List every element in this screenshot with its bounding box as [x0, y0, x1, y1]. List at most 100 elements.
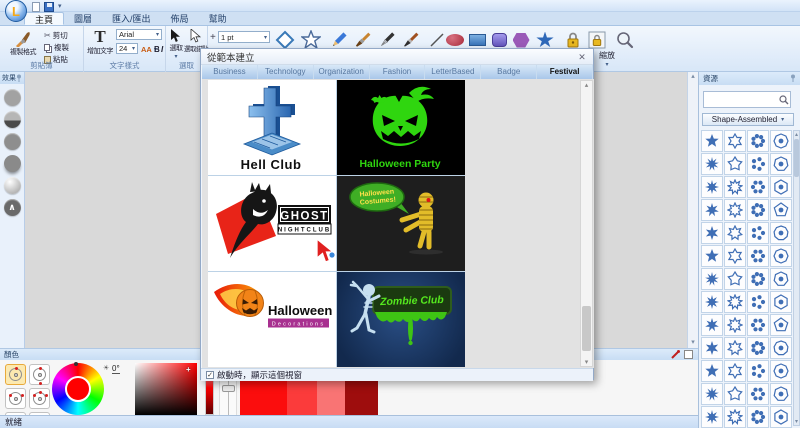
shape-swatch-4[interactable] [770, 130, 792, 152]
harmony-mode-4[interactable] [29, 388, 50, 409]
hue-angle-value[interactable]: 0° [112, 364, 120, 374]
font-size-select[interactable]: 24 ▾ [116, 43, 138, 54]
category-tab-fashion[interactable]: Fashion [369, 65, 426, 79]
shape-swatch-36[interactable] [770, 314, 792, 336]
category-tab-letterbased[interactable]: LetterBased [425, 65, 482, 79]
shape-swatch-21[interactable] [701, 245, 723, 267]
shape-swatch-17[interactable] [701, 222, 723, 244]
shape-swatch-2[interactable] [724, 130, 746, 152]
app-orb-button[interactable]: L [5, 0, 27, 22]
shape-swatch-46[interactable] [724, 383, 746, 405]
scrollbar-thumb[interactable] [794, 139, 799, 177]
shape-swatch-12[interactable] [770, 176, 792, 198]
shape-swatch-25[interactable] [701, 268, 723, 290]
effect-style-plain[interactable] [3, 133, 21, 150]
template-halloween-costumes[interactable]: Halloween Costumes! [337, 176, 465, 271]
ribbon-tab-1[interactable]: 主頁 [24, 12, 65, 25]
shape-swatch-8[interactable] [770, 153, 792, 175]
slider-handle[interactable] [222, 385, 235, 392]
scroll-down-icon[interactable]: ▾ [688, 338, 698, 346]
shape-swatch-34[interactable] [724, 314, 746, 336]
shape-swatch-11[interactable] [747, 176, 769, 198]
ribbon-tab-5[interactable]: 幫助 [199, 12, 237, 25]
effect-style-shadow[interactable] [3, 155, 21, 172]
shape-swatch-24[interactable] [770, 245, 792, 267]
shape-swatch-47[interactable] [747, 383, 769, 405]
shape-swatch-22[interactable] [724, 245, 746, 267]
shape-swatch-10[interactable] [724, 176, 746, 198]
effect-style-half-dark[interactable] [3, 111, 21, 128]
shape-swatch-1[interactable] [701, 130, 723, 152]
shape-swatch-40[interactable] [770, 337, 792, 359]
shape-swatch-18[interactable] [724, 222, 746, 244]
shape-swatch-6[interactable] [724, 153, 746, 175]
cut-button[interactable]: ✂ 剪切 [44, 30, 68, 41]
shape-swatch-51[interactable] [747, 406, 769, 428]
stroke-width-select[interactable]: 1 pt ▾ [218, 31, 270, 43]
bold-button[interactable]: B [154, 45, 160, 54]
harmony-mode-1[interactable] [5, 364, 26, 385]
zoom-tool[interactable] [614, 29, 636, 51]
shape-swatch-29[interactable] [701, 291, 723, 313]
shape-swatch-28[interactable] [770, 268, 792, 290]
harmony-mode-3[interactable] [5, 388, 26, 409]
startup-checkbox[interactable]: ✓ [206, 371, 214, 379]
shape-swatch-23[interactable] [747, 245, 769, 267]
shape-swatch-20[interactable] [770, 222, 792, 244]
shape-swatch-33[interactable] [701, 314, 723, 336]
category-tab-organization[interactable]: Organization [313, 65, 370, 79]
shape-swatch-5[interactable] [701, 153, 723, 175]
scroll-up-icon[interactable]: ▴ [585, 82, 589, 89]
shape-swatch-50[interactable] [724, 406, 746, 428]
shape-swatch-43[interactable] [747, 360, 769, 382]
shape-swatch-44[interactable] [770, 360, 792, 382]
effect-style-glossy[interactable] [3, 177, 21, 194]
shape-swatch-13[interactable] [701, 199, 723, 221]
new-document-icon[interactable] [32, 2, 40, 12]
shape-swatch-52[interactable] [770, 406, 792, 428]
resource-search-input[interactable] [703, 91, 791, 108]
shape-swatch-19[interactable] [747, 222, 769, 244]
shape-swatch-32[interactable] [770, 291, 792, 313]
shape-swatch-26[interactable] [724, 268, 746, 290]
shape-swatch-42[interactable] [724, 360, 746, 382]
shape-swatch-35[interactable] [747, 314, 769, 336]
shape-swatch-45[interactable] [701, 383, 723, 405]
shape-swatch-38[interactable] [724, 337, 746, 359]
pin-icon[interactable] [790, 74, 796, 83]
shape-swatch-16[interactable] [770, 199, 792, 221]
shape-swatch-9[interactable] [701, 176, 723, 198]
shape-category-dropdown[interactable]: Shape-Assembled ▾ [702, 113, 794, 126]
add-text-button[interactable]: T 增加文字 [86, 27, 114, 57]
scroll-up-icon[interactable]: ▴ [795, 132, 798, 138]
dialog-close-button[interactable]: ✕ [575, 51, 589, 63]
dialog-scrollbar[interactable]: ▴ ▾ [580, 80, 593, 367]
effect-style-arrow[interactable]: ∧ [3, 199, 21, 216]
template-halloween-decorations[interactable]: Halloween Decorations [208, 272, 336, 367]
category-tab-technology[interactable]: Technology [257, 65, 314, 79]
scroll-down-icon[interactable]: ▾ [794, 418, 799, 425]
shape-swatch-7[interactable] [747, 153, 769, 175]
shape-swatch-30[interactable] [724, 291, 746, 313]
scroll-up-icon[interactable]: ▴ [691, 73, 695, 80]
shape-swatch-14[interactable] [724, 199, 746, 221]
ribbon-tab-3[interactable]: 匯入/匯出 [102, 12, 161, 25]
shape-swatch-15[interactable] [747, 199, 769, 221]
pin-icon[interactable] [16, 74, 22, 83]
shape-swatch-39[interactable] [747, 337, 769, 359]
resources-scrollbar[interactable]: ▴ ▾ [793, 130, 800, 426]
hue-marker[interactable] [74, 362, 78, 366]
no-fill-swatch[interactable] [684, 350, 693, 359]
italic-button[interactable]: I [161, 45, 163, 54]
scrollbar-thumb[interactable] [582, 306, 591, 351]
template-hell-club[interactable]: Hell Club [208, 80, 336, 175]
effect-style-flat[interactable] [3, 89, 21, 106]
canvas-vertical-scrollbar[interactable]: ▴ ▾ [687, 72, 698, 348]
color-picker-pen-icon[interactable] [670, 349, 681, 360]
ribbon-tab-2[interactable]: 圖層 [64, 12, 102, 25]
quick-access-caret-icon[interactable]: ▾ [58, 2, 62, 10]
shape-swatch-49[interactable] [701, 406, 723, 428]
category-tab-badge[interactable]: Badge [481, 65, 538, 79]
save-icon[interactable] [44, 2, 54, 12]
font-family-select[interactable]: Arial ▾ [116, 29, 162, 40]
